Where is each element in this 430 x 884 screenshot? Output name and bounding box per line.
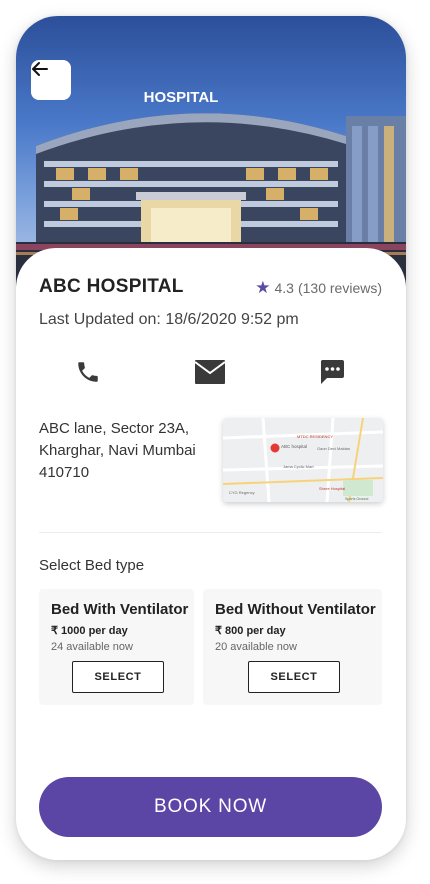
map-label: Jama Cyclic Mart [283,464,315,469]
phone-frame: HOSPITAL ABC HOSPITAL ★ 4.3 (130 reviews… [16,16,406,860]
mail-icon [194,360,226,384]
map-label: MTDC RESIDENCY [297,434,333,439]
star-icon: ★ [255,278,271,297]
map-label: Sports Ground [345,497,368,501]
phone-icon [78,362,98,382]
bed-price: ₹ 1000 per day [51,625,128,637]
chat-icon [320,360,344,384]
hospital-sign-text: HOSPITAL [144,89,219,106]
bed-type-name: Bed With Ventilator [51,601,189,618]
hospital-building-illustration: HOSPITAL [16,89,406,286]
location-map[interactable]: ABC hospital MTDC RESIDENCY Gaon Devi Ma… [223,418,383,502]
address-line: Kharghar, Navi Mumbai [39,442,196,459]
back-button[interactable] [31,60,71,100]
bed-availability: 24 available now [51,641,133,653]
address-line: ABC lane, Sector 23A, [39,420,190,437]
last-updated: Last Updated on: 18/6/2020 9:52 pm [39,311,299,328]
book-now-button[interactable]: BOOK NOW [39,777,382,837]
rating-value: 4.3 [274,280,294,296]
contact-actions [16,354,406,390]
select-bed-button[interactable]: SELECT [248,661,340,693]
bed-price: ₹ 800 per day [215,625,286,637]
section-divider [39,532,382,533]
email-button[interactable] [192,354,228,390]
map-label: CYG Regency [229,490,255,495]
hospital-address: ABC lane, Sector 23A, Kharghar, Navi Mum… [39,418,219,484]
review-count: (130 reviews) [297,280,382,296]
map-thumbnail: ABC hospital MTDC RESIDENCY Gaon Devi Ma… [223,418,383,502]
map-pin-icon [270,443,280,453]
address-line: 410710 [39,464,90,481]
details-sheet [16,248,406,860]
bed-availability: 20 available now [215,641,297,653]
map-label: Gaon Devi Maidan [317,446,350,451]
select-bed-button[interactable]: SELECT [72,661,164,693]
hospital-name: ABC HOSPITAL [39,276,184,297]
arrow-left-icon [32,62,48,76]
map-label: ABC hospital [281,444,307,449]
hospital-hero-image: HOSPITAL [16,16,406,286]
call-button[interactable] [70,354,106,390]
bed-type-name: Bed Without Ventilator [215,601,376,618]
map-label: Shree Hospital [319,486,345,491]
select-bed-label: Select Bed type [39,557,145,574]
rating: ★ 4.3 (130 reviews) [255,278,382,297]
bed-option-card[interactable]: Bed Without Ventilator ₹ 800 per day 20 … [203,589,382,705]
bed-option-card[interactable]: Bed With Ventilator ₹ 1000 per day 24 av… [39,589,194,705]
chat-button[interactable] [314,354,350,390]
